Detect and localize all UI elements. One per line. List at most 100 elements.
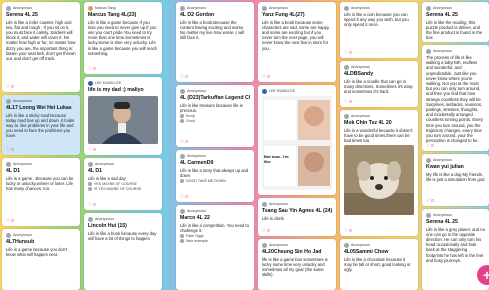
post-author: LEE KWAN LEE <box>269 89 296 93</box>
like-icon[interactable]: ♡ 0 <box>6 84 14 90</box>
post-card[interactable]: Anonymous Lincoln Hui (15) Life is like … <box>84 213 162 290</box>
meme-photo-icon <box>262 96 332 190</box>
post-meta: LEE KWAN LEE <box>262 88 332 94</box>
post-footer: ♡ 0 <box>180 139 188 145</box>
post-author: Anonymous <box>13 162 32 166</box>
post-author: Anonymous <box>187 89 206 93</box>
post-meta: Anonymous <box>6 232 76 238</box>
avatar <box>344 64 349 70</box>
post-body: Life is like the reading, this puzzle pr… <box>426 19 483 41</box>
post-body: Life is climb <box>262 215 284 221</box>
post-body: Life is a wonderful because it doesn't h… <box>344 127 413 143</box>
post-meta: Anonymous <box>180 88 250 94</box>
post-card[interactable]: Anonymous 4L20Cheung Sin Ho Jad life is … <box>258 239 336 290</box>
post-meta: LEE KWAN LEE <box>88 80 158 86</box>
avatar <box>180 233 184 238</box>
comment-text: YES MAYBE OF COURSE <box>94 181 137 186</box>
avatar <box>426 48 431 54</box>
like-icon[interactable]: ♡ 0 <box>344 228 352 234</box>
post-title: 4LDBSandy <box>344 71 374 77</box>
post-title: Tsang Sau Yin Agnes 4L (24) <box>262 208 332 214</box>
post-meta: Anonymous <box>6 5 76 11</box>
like-icon[interactable]: ♡ 0 <box>344 50 352 56</box>
post-author: Anonymous <box>187 6 206 10</box>
post-meta: Anonymous <box>262 5 332 11</box>
like-icon[interactable]: ♡ 0 <box>426 143 434 149</box>
post-title: Serena 4L 25 <box>426 219 458 225</box>
post-body: Life is like a noodle that can go in man… <box>344 78 413 94</box>
post-card[interactable]: Anonymous Yanz Fung 4L(27) Life is like … <box>258 2 336 82</box>
post-meta: Anonymous <box>426 212 485 218</box>
avatar <box>88 216 93 222</box>
comment-text: Good <box>186 118 195 123</box>
post-body: Life is a game . Because you can be luck… <box>6 175 74 191</box>
post-card[interactable]: Anonymous 4L (D23)Tarkuffan Legend Cheng… <box>176 85 254 147</box>
avatar <box>262 201 267 207</box>
post-footer: ♡ 0 <box>344 50 352 56</box>
like-icon[interactable]: ♡ 0 <box>180 139 188 145</box>
post-card[interactable]: Anonymous Serena 4L 25 Life is like the … <box>422 2 489 42</box>
like-icon[interactable]: ♡ 0 <box>262 74 270 80</box>
post-card[interactable]: Anonymous 4LDBSandy Life is like a noodl… <box>340 61 418 107</box>
post-card[interactable]: Anonymous 4L D1 Life is a game . Because… <box>2 158 80 226</box>
comment: YES MAYBE OF COURSE <box>88 181 158 186</box>
post-card[interactable]: Anonymous 4L D1 Life is like a sad day Y… <box>84 158 162 210</box>
post-meta: Anonymous <box>344 113 414 119</box>
post-footer: ♡ 0 <box>180 74 188 80</box>
post-card[interactable]: LEE KWAN LEE life is my dad :) maliyo ♡ … <box>84 77 162 155</box>
avatar <box>426 157 431 163</box>
post-card[interactable]: Marcus Tang Marcus Tang 4L(23) Life is l… <box>84 2 162 74</box>
like-icon[interactable]: ♡ 0 <box>180 194 188 200</box>
like-icon[interactable]: ♡ 0 <box>88 147 96 153</box>
post-card[interactable]: Anonymous Tsang Sau Yin Agnes 4L (24) Li… <box>258 198 336 236</box>
comment-text: Fake Oggs <box>186 233 204 238</box>
post-title: Marco 4L 22 <box>180 215 210 221</box>
avatar <box>180 88 185 94</box>
like-icon[interactable]: ♡ 0 <box>180 74 188 80</box>
post-title: 4L7Hunsub <box>6 239 35 245</box>
post-card[interactable]: Anonymous 4L17 Loong Wei Hei Lukas Life … <box>2 95 80 155</box>
post-card[interactable]: Anonymous 4L7Hunsub Life is a game becau… <box>2 229 80 290</box>
post-card[interactable]: Anonymous 4L D2 Gordon Life is like a bo… <box>176 2 254 82</box>
post-body: My life is like a dog My friends, life i… <box>426 171 485 182</box>
post-card[interactable]: Anonymous Serena 4L 25 Life is like a ro… <box>2 2 80 92</box>
post-card[interactable]: Anonymous Marco 4L 22 Life is like a com… <box>176 205 254 290</box>
avatar <box>180 208 185 214</box>
post-card[interactable]: Anonymous Mok Chin Tsz 4L 20 Life is a w… <box>340 110 418 236</box>
dog-icon <box>344 145 414 216</box>
post-card[interactable]: Anonymous 4L05Sammi Chow Life is like a … <box>340 239 418 290</box>
like-icon[interactable]: ♡ 0 <box>344 99 352 105</box>
post-meta: Marcus Tang <box>88 5 158 11</box>
post-footer: ♡ 0 <box>6 218 14 224</box>
comment: Good <box>180 118 250 123</box>
like-icon[interactable]: ♡ 0 <box>6 218 14 224</box>
post-body: Life is like treasure because life is pr… <box>180 102 243 113</box>
post-card[interactable]: Anonymous Kwan yui julian My life is lik… <box>422 154 489 206</box>
like-icon[interactable]: ♡ 0 <box>426 198 434 204</box>
post-meta: Anonymous <box>88 216 158 222</box>
avatar <box>426 5 431 11</box>
meme-caption: But now.. I'm like <box>264 154 289 164</box>
post-meta: Anonymous <box>426 48 485 54</box>
post-title: Lincoln Hui (15) <box>88 223 127 229</box>
post-card[interactable]: LEE KWAN LEE But now.. I'm like <box>258 85 336 195</box>
post-body: Life is like a sad day <box>88 175 126 181</box>
avatar <box>344 5 349 11</box>
person-photo-icon <box>88 95 158 144</box>
like-icon[interactable]: ♡ 0 <box>88 202 96 208</box>
post-meta: Anonymous <box>344 242 414 248</box>
like-icon[interactable]: ♡ 0 <box>88 66 96 72</box>
post-author: Anonymous <box>187 209 206 213</box>
post-author: Anonymous <box>433 158 452 162</box>
post-card[interactable]: Anonymous The process of life is like wa… <box>422 45 489 151</box>
post-author: Anonymous <box>13 99 32 103</box>
post-body: life is like a game bus sometimes is luc… <box>262 256 328 278</box>
post-author: Anonymous <box>269 6 288 10</box>
post-meta: Anonymous <box>426 157 485 163</box>
post-title: Mok Chin Tsz 4L 20 <box>344 120 392 126</box>
like-icon[interactable]: ♡ 0 <box>6 147 14 153</box>
like-icon[interactable]: ♡ 0 <box>262 228 270 234</box>
avatar <box>6 98 11 104</box>
post-card[interactable]: Anonymous 4L CarmenD9 Life is like a sto… <box>176 150 254 202</box>
post-card[interactable]: Anonymous Life is like a coin because yo… <box>340 2 418 58</box>
